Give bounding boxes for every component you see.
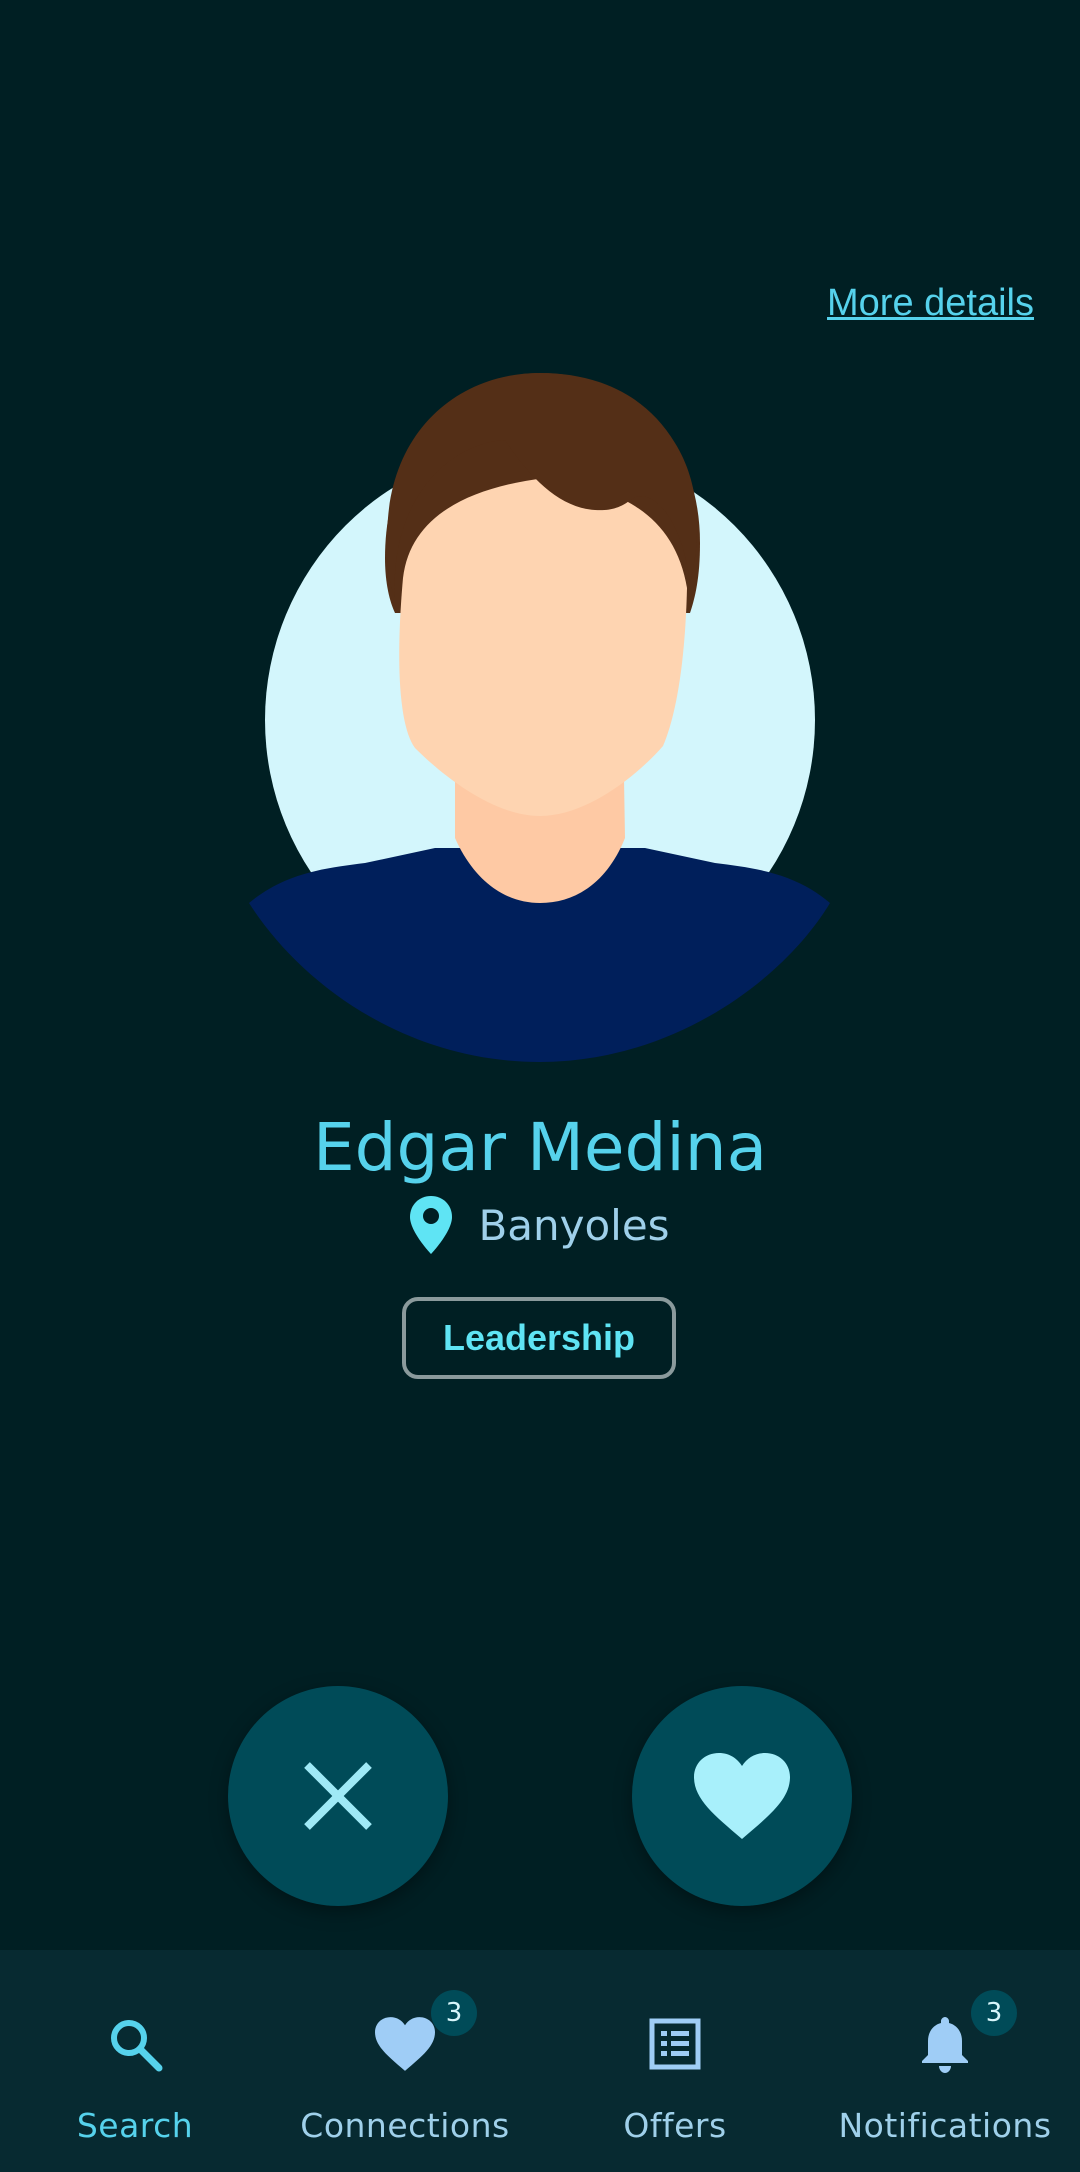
heart-icon [375, 2017, 435, 2071]
close-icon [304, 1762, 372, 1830]
dislike-button[interactable] [228, 1686, 448, 1906]
search-icon [111, 2020, 163, 2072]
bottom-navigation: Search 3 Connections Offers 3 Notificati… [0, 1950, 1080, 2172]
connections-badge: 3 [431, 1990, 477, 2036]
nav-offers[interactable]: Offers [540, 1950, 810, 2172]
profile-screen: More details Edgar Medina Banyoles Leade… [0, 0, 1080, 2172]
list-icon [649, 2018, 701, 2070]
nav-label-search: Search [76, 2106, 194, 2145]
skill-chip[interactable]: Leadership [402, 1297, 676, 1379]
like-button[interactable] [632, 1686, 852, 1906]
bell-icon [922, 2017, 968, 2073]
profile-location: Banyoles [0, 1196, 1080, 1254]
nav-label-connections: Connections [300, 2106, 510, 2145]
nav-label-offers: Offers [623, 2106, 727, 2145]
heart-icon [694, 1753, 790, 1839]
notifications-badge: 3 [971, 1990, 1017, 2036]
nav-search[interactable]: Search [0, 1950, 270, 2172]
nav-label-notifications: Notifications [838, 2106, 1052, 2145]
location-pin-icon [410, 1196, 453, 1254]
location-text: Banyoles [478, 1200, 670, 1250]
nav-notifications[interactable]: 3 Notifications [810, 1950, 1080, 2172]
nav-connections[interactable]: 3 Connections [270, 1950, 540, 2172]
more-details-link[interactable]: More details [827, 282, 1034, 325]
profile-name: Edgar Medina [312, 1109, 768, 1186]
profile-avatar [249, 373, 830, 1062]
